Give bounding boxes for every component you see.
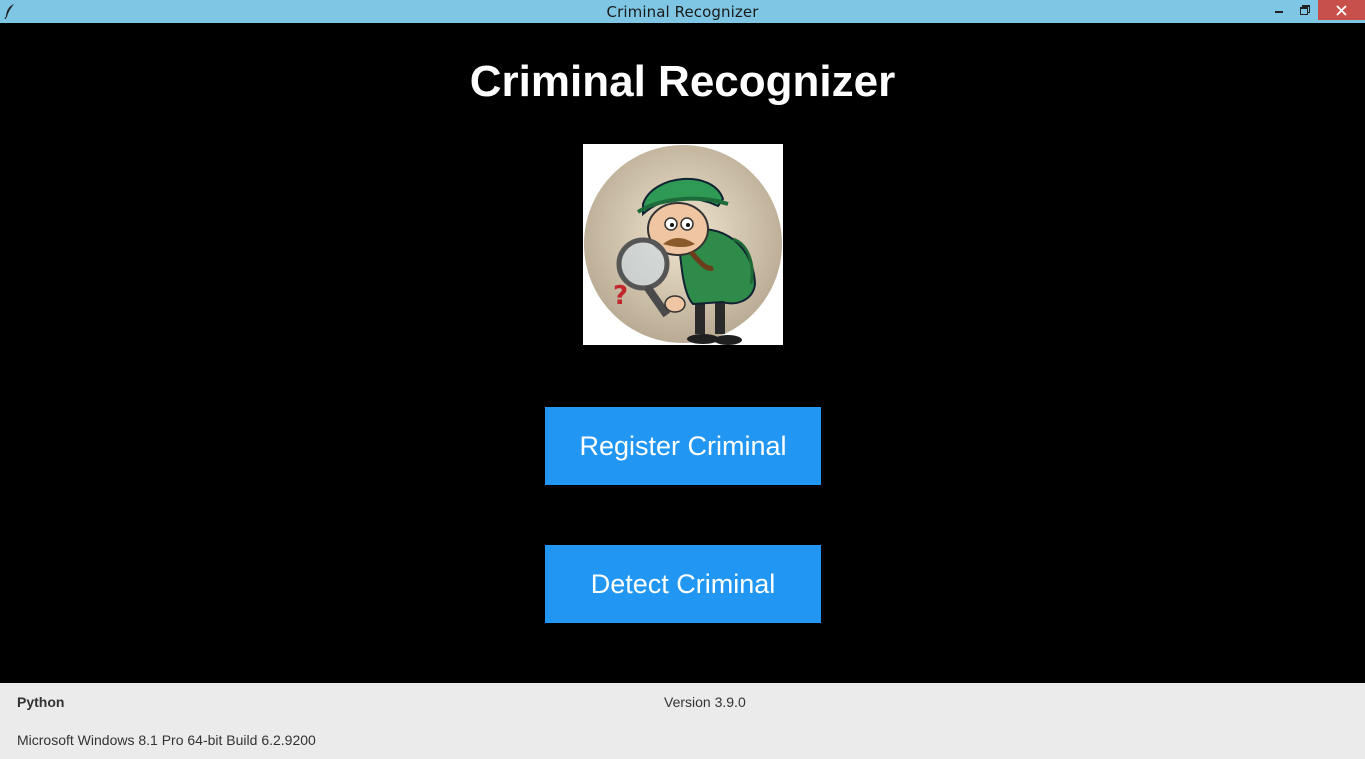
minimize-icon xyxy=(1275,11,1283,13)
restore-icon-front xyxy=(1300,7,1308,15)
svg-text:?: ? xyxy=(613,281,628,311)
language-label: Python xyxy=(17,694,65,710)
os-label: Microsoft Windows 8.1 Pro 64-bit Build 6… xyxy=(17,732,316,748)
window-title: Criminal Recognizer xyxy=(606,3,759,21)
detective-logo: ? xyxy=(583,144,783,345)
register-criminal-button[interactable]: Register Criminal xyxy=(545,407,821,485)
version-label: Version 3.9.0 xyxy=(664,694,746,710)
close-icon xyxy=(1336,5,1347,16)
restore-button[interactable] xyxy=(1292,0,1316,20)
detect-criminal-button[interactable]: Detect Criminal xyxy=(545,545,821,623)
main-panel: Criminal Recognizer ? Register Criminal … xyxy=(0,23,1365,683)
minimize-button[interactable] xyxy=(1266,0,1290,20)
close-button[interactable] xyxy=(1318,0,1365,20)
page-title: Criminal Recognizer xyxy=(469,57,896,106)
status-bar: Python Version 3.9.0 Microsoft Windows 8… xyxy=(0,683,1365,759)
window-titlebar[interactable]: Criminal Recognizer xyxy=(0,0,1365,23)
